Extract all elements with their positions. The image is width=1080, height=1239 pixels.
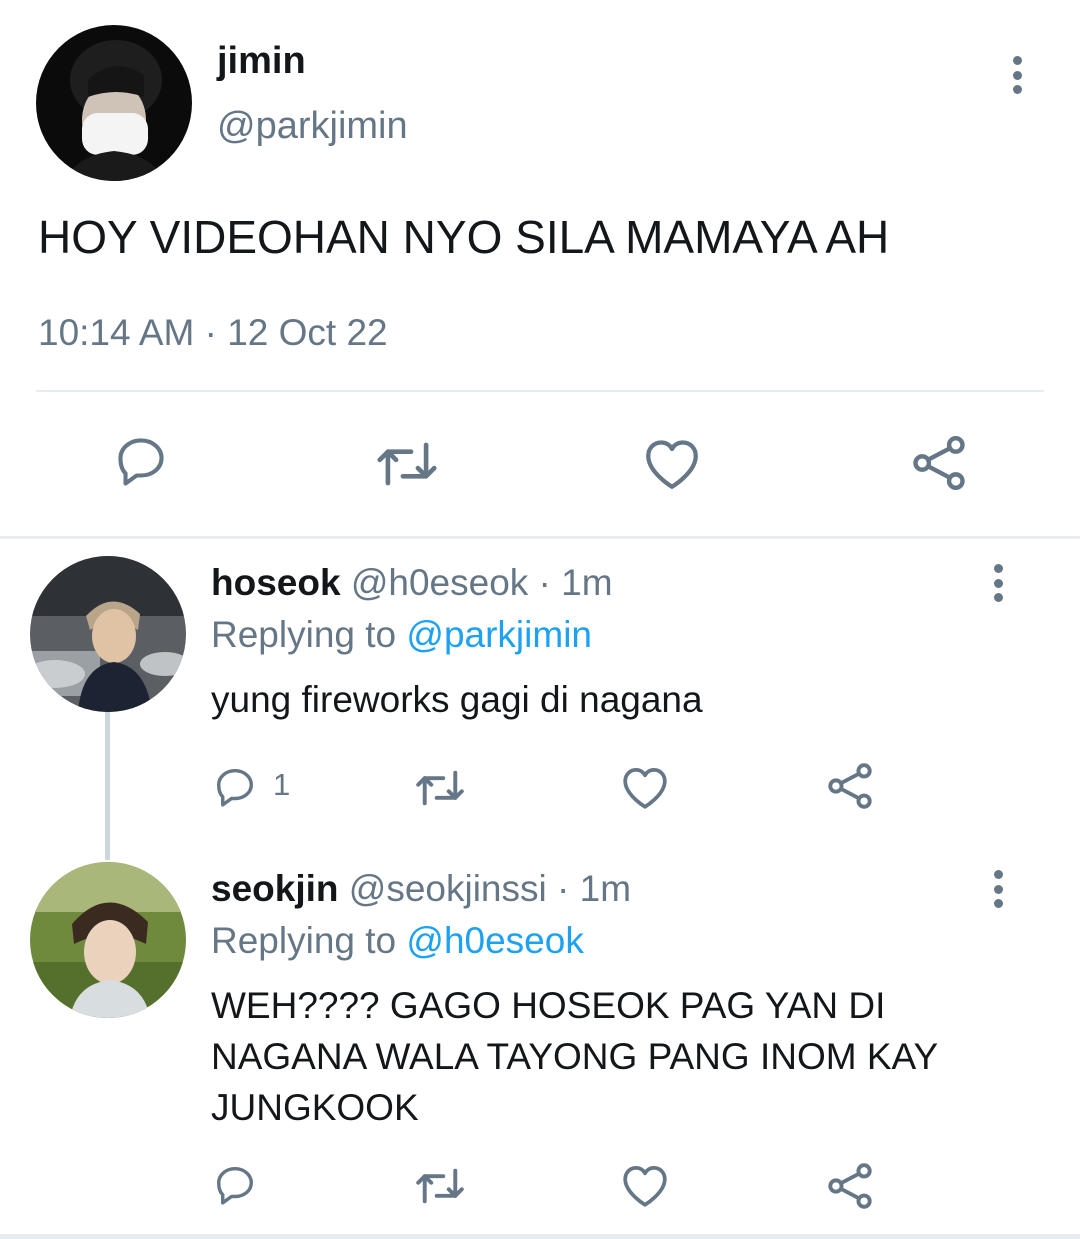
like-icon[interactable] [620, 1162, 670, 1208]
reply-author-meta[interactable]: @seokjinssi · 1m [349, 868, 631, 909]
avatar[interactable] [36, 25, 192, 181]
share-icon[interactable] [824, 1160, 876, 1212]
author-handle[interactable]: @parkjimin [217, 105, 408, 148]
more-options-icon[interactable] [983, 558, 1013, 608]
share-icon[interactable] [824, 760, 876, 812]
thread-line [105, 712, 110, 860]
mention-link[interactable]: @h0eseok [406, 920, 583, 961]
like-icon[interactable] [642, 435, 702, 491]
retweet-icon[interactable] [413, 1162, 467, 1210]
retweet-icon[interactable] [413, 764, 467, 812]
reply-header: hoseok @h0eseok · 1m [211, 562, 613, 604]
reply-icon[interactable] [212, 764, 258, 810]
section-divider [0, 536, 1080, 539]
more-options-icon[interactable] [1002, 50, 1032, 100]
share-icon[interactable] [908, 432, 970, 494]
reply-count: 1 [273, 767, 291, 802]
divider [36, 390, 1044, 392]
reply-text: WEH???? GAGO HOSEOK PAG YAN DI NAGANA WA… [211, 985, 938, 1128]
mention-link[interactable]: @parkjimin [406, 614, 592, 655]
retweet-icon[interactable] [374, 434, 440, 494]
reply-author-meta[interactable]: @h0eseok · 1m [351, 562, 613, 603]
main-tweet: jimin @parkjimin HOY VIDEOHAN NYO SILA M… [0, 0, 1080, 536]
reply-header: seokjin @seokjinssi · 1m [211, 868, 631, 910]
reply-text: yung fireworks gagi di nagana [211, 679, 703, 720]
reply-author-name[interactable]: hoseok [211, 562, 341, 603]
replying-prefix: Replying to [211, 920, 407, 961]
reply-icon[interactable] [212, 1162, 258, 1208]
reply-author-name[interactable]: seokjin [211, 868, 339, 909]
avatar[interactable] [30, 862, 186, 1018]
tweet-text: HOY VIDEOHAN NYO SILA MAMAYA AH [38, 211, 890, 263]
more-options-icon[interactable] [983, 864, 1013, 914]
replying-prefix: Replying to [211, 614, 407, 655]
like-icon[interactable] [620, 764, 670, 810]
replying-to: Replying to @parkjimin [211, 614, 592, 656]
reply-icon[interactable] [112, 432, 170, 490]
replying-to: Replying to @h0eseok [211, 920, 584, 962]
bottom-divider [0, 1234, 1080, 1239]
avatar[interactable] [30, 556, 186, 712]
tweet-timestamp: 10:14 AM · 12 Oct 22 [38, 312, 388, 353]
author-name[interactable]: jimin [217, 40, 306, 83]
